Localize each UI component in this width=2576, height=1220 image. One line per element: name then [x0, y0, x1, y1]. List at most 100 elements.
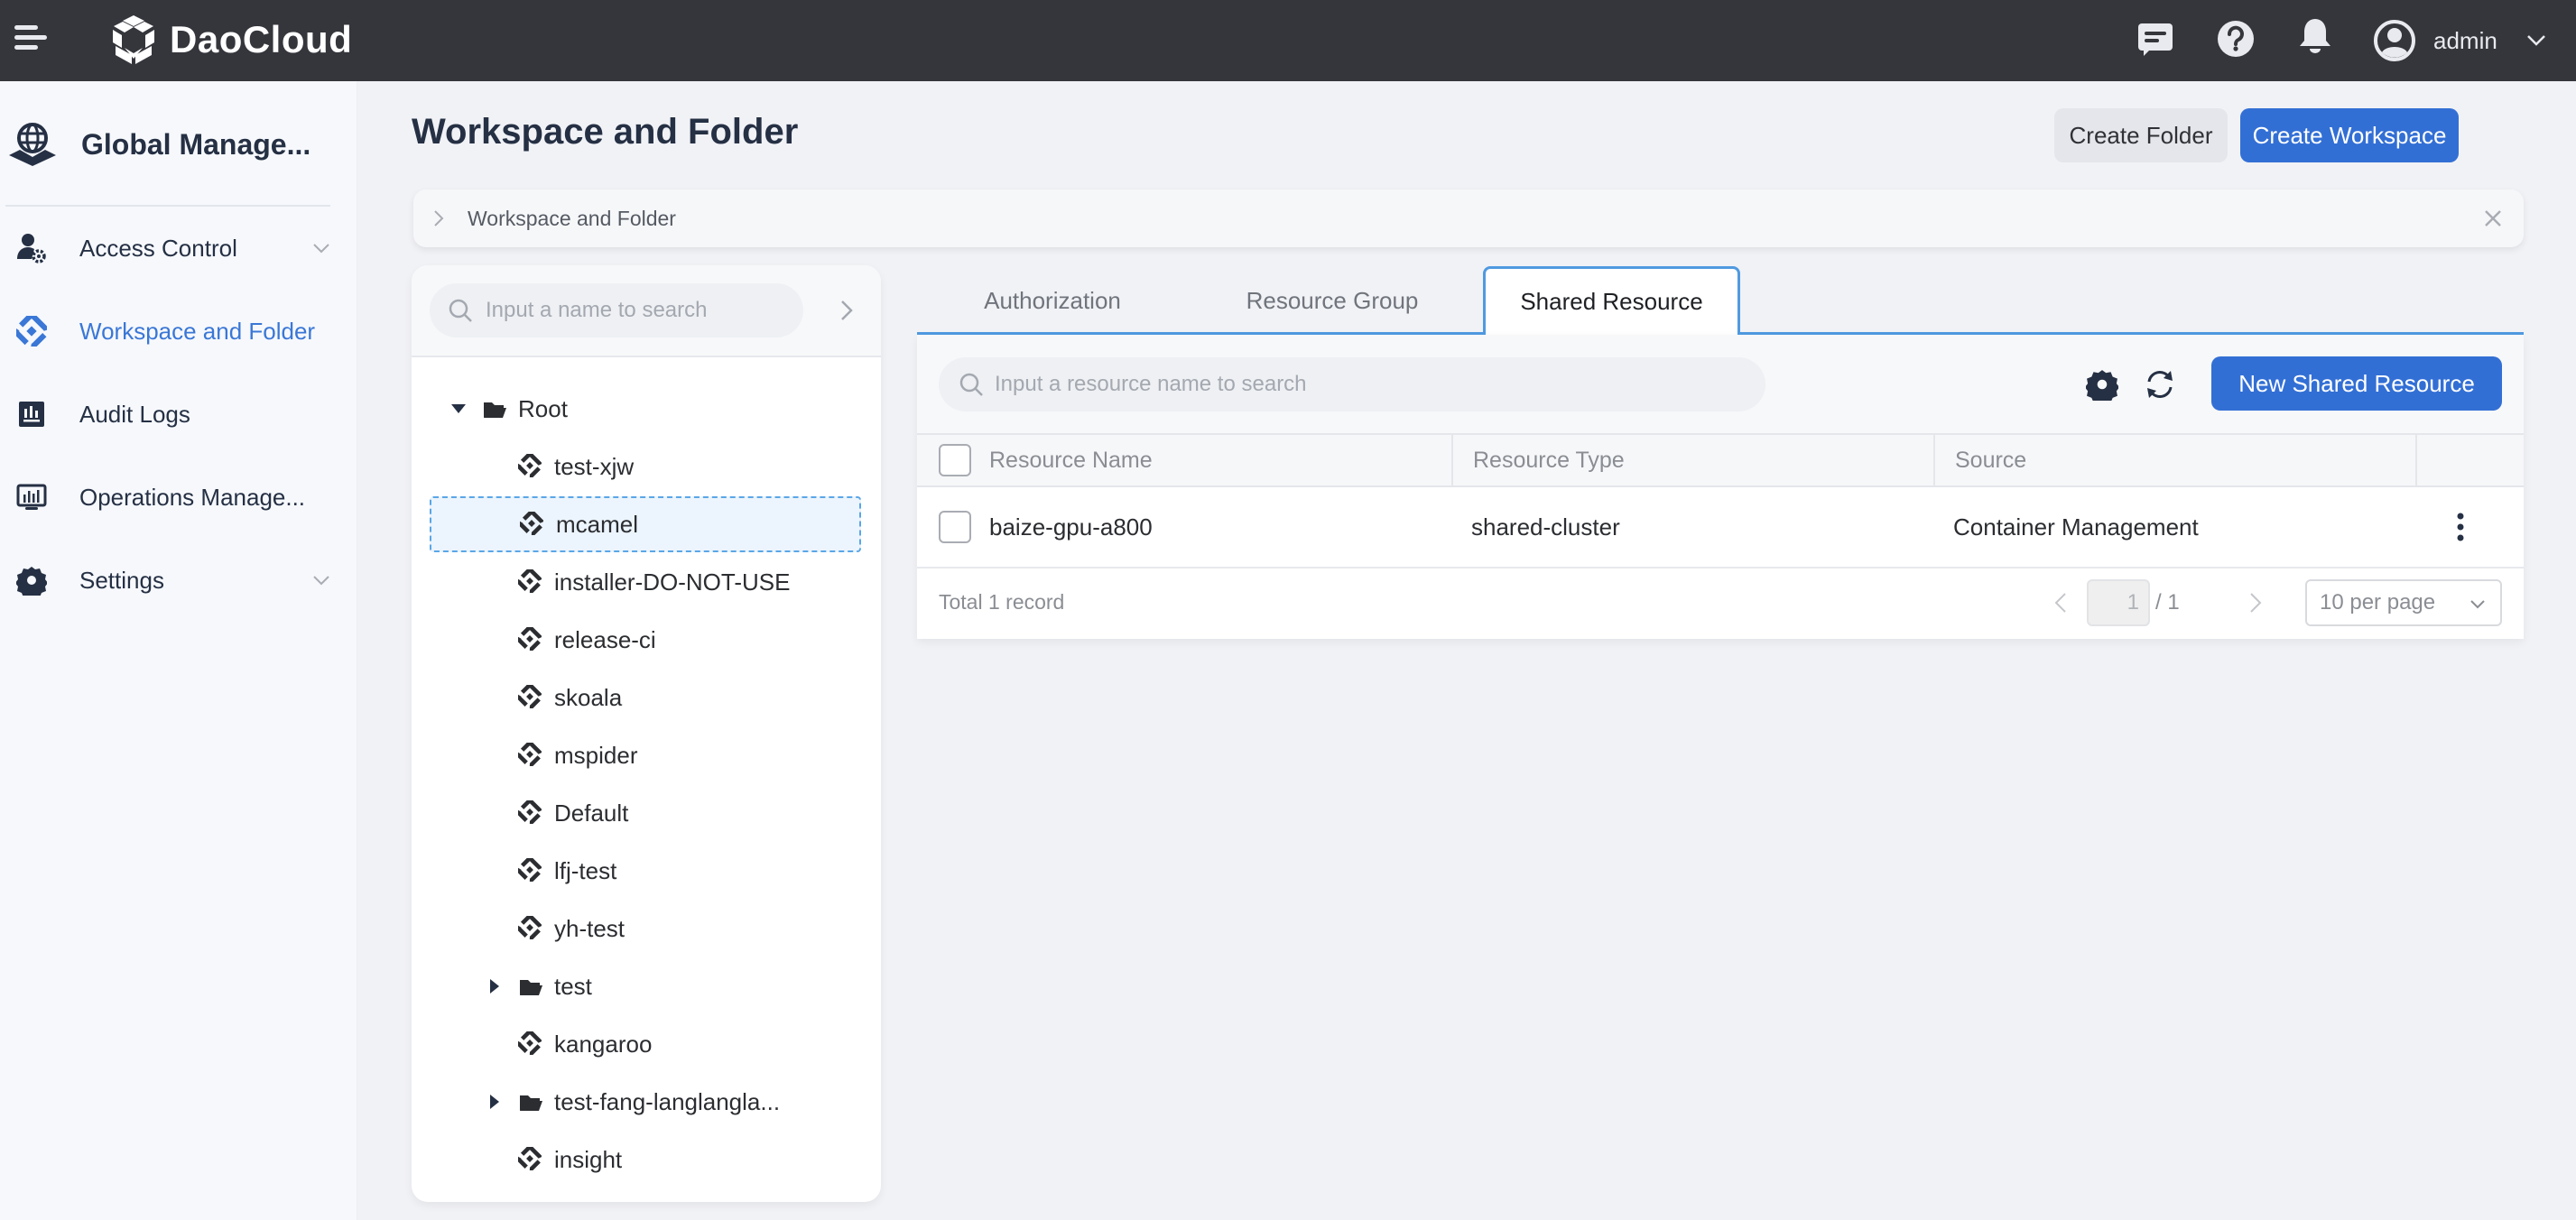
tree-workspace-item[interactable]: kangaroo [430, 1016, 861, 1072]
next-page-icon[interactable] [2249, 592, 2262, 614]
sidebar-item-workspace-and-folder[interactable]: Workspace and Folder [0, 300, 357, 363]
resource-source-cell: Container Management [1953, 513, 2199, 541]
chevron-down-icon [313, 244, 329, 254]
tab-shared-resource[interactable]: Shared Resource [1483, 266, 1740, 335]
folder-icon [518, 974, 543, 999]
caret-down-icon[interactable] [449, 400, 468, 418]
tab-authorization[interactable]: Authorization [962, 266, 1143, 335]
column-settings-gear-icon[interactable] [2086, 368, 2118, 401]
resource-name-cell: baize-gpu-a800 [989, 513, 1153, 541]
folder-tree-panel: Root test-xjw mcamel installer-DO-NOT-USE re… [412, 265, 881, 1202]
tab-bar: Authorization Resource Group Shared Reso… [917, 266, 2524, 335]
tree-folder-item[interactable]: Root [430, 381, 861, 437]
folder-icon [482, 396, 507, 421]
username: admin [2433, 26, 2497, 54]
workspace-icon [516, 568, 543, 595]
table-row[interactable]: baize-gpu-a800 shared-cluster Container … [917, 487, 2524, 568]
tree-item-label: insight [554, 1145, 623, 1173]
sidebar-item-operations-management[interactable]: Operations Manage... [0, 466, 357, 529]
page-total: / 1 [2155, 590, 2180, 615]
menu-toggle-icon[interactable] [13, 23, 51, 59]
caret-right-icon[interactable] [486, 1093, 504, 1111]
tree-item-label: release-ci [554, 625, 656, 653]
close-icon[interactable] [2482, 208, 2504, 229]
chevron-down-icon [2470, 600, 2485, 609]
sidebar-item-access-control[interactable]: Access Control [0, 217, 357, 280]
total-records: Total 1 record [939, 590, 1065, 614]
tree-item-label: mcamel [556, 510, 639, 538]
tab-resource-group[interactable]: Resource Group [1215, 266, 1450, 335]
user-menu[interactable]: admin [2374, 14, 2546, 67]
tree-workspace-item[interactable]: test-xjw [430, 439, 861, 494]
tree-item-label: installer-DO-NOT-USE [554, 568, 791, 596]
breadcrumb-item[interactable]: Workspace and Folder [468, 207, 676, 231]
refresh-icon[interactable] [2143, 367, 2177, 402]
table-header: Resource Name Resource Type Source [917, 433, 2524, 487]
column-header-source[interactable]: Source [1935, 435, 2417, 485]
sidebar-item-settings[interactable]: Settings [0, 549, 357, 612]
tree-workspace-item[interactable]: installer-DO-NOT-USE [430, 554, 861, 610]
help-icon[interactable] [2216, 19, 2256, 59]
gear-icon [15, 564, 48, 596]
top-bar: DaoCloud admin [0, 0, 2576, 81]
new-shared-resource-button[interactable]: New Shared Resource [2211, 356, 2502, 411]
tree-item-label: test [554, 972, 592, 1000]
workspace-icon [516, 856, 543, 883]
daocloud-logo-icon [113, 15, 154, 64]
shared-resource-panel: New Shared Resource Resource Name Resour… [917, 335, 2524, 639]
tree-item-label: Default [554, 799, 629, 827]
tree-item-label: mspider [554, 741, 638, 769]
sidebar: Global Manage... Access Control Workspac… [0, 81, 357, 1220]
brand-logo[interactable]: DaoCloud [108, 7, 352, 72]
message-icon[interactable] [2136, 20, 2175, 60]
column-header-resource-name[interactable]: Resource Name [917, 435, 1453, 485]
create-workspace-button[interactable]: Create Workspace [2240, 108, 2459, 162]
breadcrumb: Workspace and Folder [413, 189, 2524, 247]
search-icon [449, 299, 472, 322]
tree-workspace-item[interactable]: yh-test [430, 901, 861, 957]
audit-chart-icon [15, 398, 48, 430]
user-avatar-icon [2374, 20, 2415, 61]
page-number-input[interactable] [2087, 579, 2150, 626]
tree-item-label: kangaroo [554, 1030, 653, 1058]
notification-bell-icon[interactable] [2295, 17, 2335, 57]
workspace-icon [516, 683, 543, 710]
tree-workspace-item[interactable]: lfj-test [430, 843, 861, 899]
create-folder-button[interactable]: Create Folder [2054, 108, 2228, 162]
chevron-right-icon[interactable] [433, 209, 444, 227]
search-icon [959, 373, 983, 396]
sidebar-item-audit-logs[interactable]: Audit Logs [0, 383, 357, 446]
workspace-icon [516, 799, 543, 826]
tree-folder-item[interactable]: test [430, 958, 861, 1014]
tree-search[interactable] [430, 283, 803, 337]
select-all-checkbox[interactable] [939, 444, 971, 476]
resource-search[interactable] [939, 357, 1765, 411]
page-size-select[interactable]: 10 per page [2305, 579, 2502, 626]
previous-page-icon[interactable] [2054, 592, 2067, 614]
tree-item-label: yh-test [554, 914, 625, 942]
monitor-chart-icon [15, 481, 48, 513]
tree-workspace-item[interactable]: release-ci [430, 612, 861, 668]
tree-workspace-item[interactable]: Default [430, 785, 861, 841]
tree-workspace-item[interactable]: insight [430, 1132, 861, 1188]
column-header-resource-type[interactable]: Resource Type [1453, 435, 1935, 485]
sidebar-module-title: Global Manage... [7, 108, 310, 180]
tree-search-input[interactable] [486, 283, 792, 337]
tree-workspace-item[interactable]: mspider [430, 727, 861, 783]
more-actions-icon[interactable] [2442, 487, 2479, 567]
caret-right-icon[interactable] [486, 977, 504, 995]
tree-item-label: Root [518, 394, 568, 422]
chevron-right-icon[interactable] [839, 299, 854, 322]
brand-name: DaoCloud [170, 18, 353, 60]
tree-folder-item[interactable]: test-fang-langlangla... [430, 1074, 861, 1130]
sidebar-divider [5, 205, 330, 207]
chevron-down-icon [2526, 35, 2545, 46]
workspace-icon [516, 741, 543, 768]
resource-search-input[interactable] [995, 357, 1753, 411]
tree-workspace-item[interactable]: skoala [430, 670, 861, 726]
row-checkbox[interactable] [939, 511, 971, 543]
tree-item-label: test-fang-langlangla... [554, 1087, 781, 1115]
workspace-icon [516, 914, 543, 941]
tree-workspace-item[interactable]: mcamel [430, 496, 861, 552]
workspace-icon [516, 1145, 543, 1172]
